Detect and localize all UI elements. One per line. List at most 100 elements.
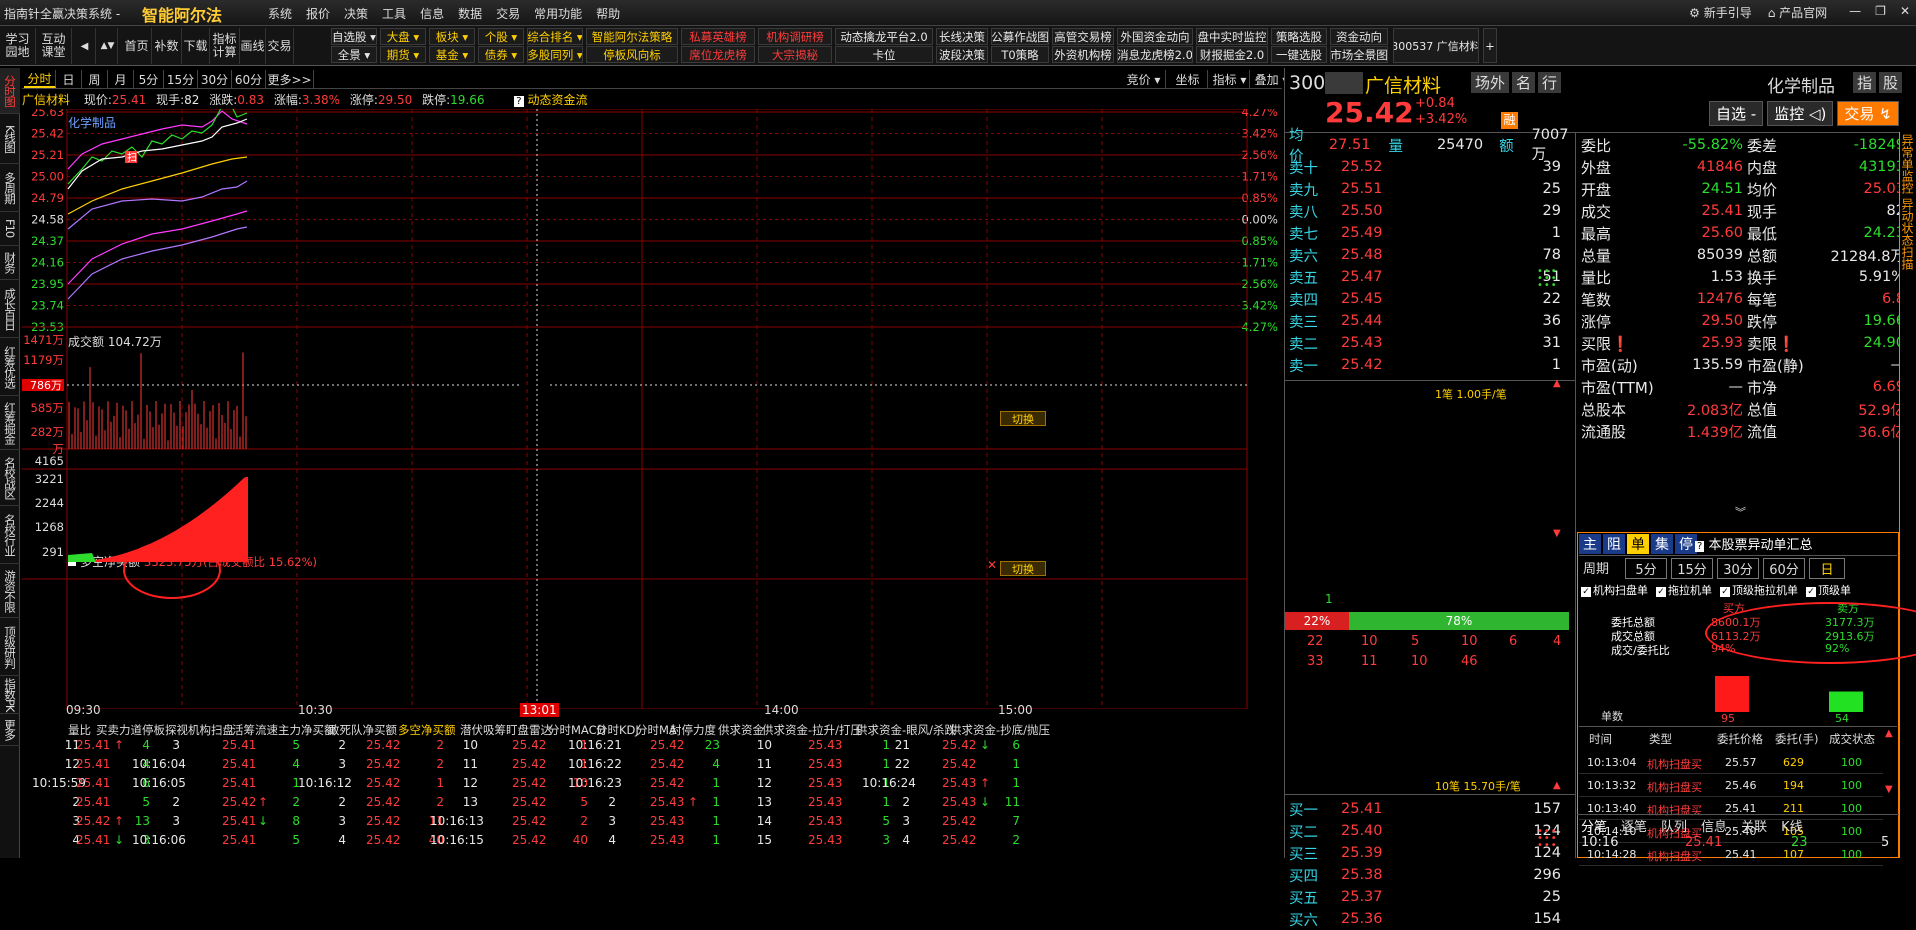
left-tab-11[interactable]: 顶级研判 — [0, 618, 20, 676]
toolbar-row2-7[interactable]: 大宗揭秘 — [758, 46, 832, 63]
guide-link[interactable]: ⚙ 新手引导 — [1689, 4, 1752, 21]
bid-row[interactable]: 买四 25.38 296 — [1285, 864, 1575, 886]
industry-tag-1[interactable]: 股 — [1879, 72, 1903, 93]
ask-row[interactable]: 卖八 25.50 29 — [1285, 200, 1575, 222]
toolbar-row2-6[interactable]: 席位龙虎榜 — [681, 46, 755, 63]
left-tab-1[interactable]: K线图 — [0, 114, 20, 164]
abnormal-period-2[interactable]: 30分 — [1717, 558, 1759, 579]
left-tab-12[interactable]: 指数PK — [0, 676, 20, 714]
quote-btn-0[interactable]: 自选 - — [1709, 101, 1764, 126]
ask-row[interactable]: 卖四 25.45 22 — [1285, 288, 1575, 310]
abnormal-check-0[interactable]: ✓ 机构扫盘单 — [1581, 582, 1648, 598]
side-vertical-tab[interactable]: 异常单监控 异动状态扫描 — [1900, 134, 1916, 394]
ask-row[interactable]: 卖一 25.42 1 — [1285, 354, 1575, 376]
scroll-down-icon[interactable]: ▼ — [1553, 528, 1561, 539]
restore-icon[interactable]: ❐ — [1875, 4, 1886, 21]
toolbar-row1-3[interactable]: 个股 ▾ — [478, 28, 524, 45]
scroll-up-icon[interactable]: ▲ — [1553, 378, 1561, 389]
indicator-tab-1[interactable]: 买卖力道 — [96, 722, 142, 738]
bid-dots-icon[interactable]: ••• ••• ••• — [1537, 827, 1558, 851]
toolbar-btn-7[interactable]: 交易 — [266, 28, 294, 64]
period-1[interactable]: 日 — [56, 70, 82, 88]
quote-tag-0[interactable]: 场外 — [1471, 72, 1510, 93]
bid-row[interactable]: 买一 25.41 157 — [1285, 798, 1575, 820]
menu-item-6[interactable]: 交易 — [496, 5, 520, 22]
menu-item-8[interactable]: 帮助 — [596, 5, 620, 22]
toolbar-row1-4[interactable]: 综合排名 ▾ — [527, 28, 583, 45]
toolbar-row2-1[interactable]: 期货 ▾ — [380, 46, 426, 63]
chart-tool-2[interactable]: 指标 ▾ — [1210, 70, 1250, 88]
volume-switch-button[interactable]: 切换 — [1000, 411, 1046, 426]
abnormal-tab-3[interactable]: 集 — [1651, 534, 1673, 554]
indicator-tab-6[interactable]: 敢死队净买额 — [328, 722, 397, 738]
intraday-chart[interactable]: 25.63 4.27% 25.42 3.42% 25.21 2.56% 25.00 1.71%… — [20, 95, 1282, 710]
left-tab-4[interactable]: 财务 — [0, 246, 20, 280]
add-tab-icon[interactable]: + — [1483, 28, 1497, 63]
flow-switch-button[interactable]: 切换 — [1000, 561, 1046, 576]
abnormal-tab-1[interactable]: 阻 — [1603, 534, 1625, 554]
scroll-up-icon-2[interactable]: ▲ — [1553, 780, 1561, 791]
toolbar-row1-11[interactable]: 高管交易榜 — [1052, 28, 1114, 45]
abnormal-row[interactable]: 10:13:04 机构扫盘买 25.57 629 100 — [1579, 752, 1883, 774]
ask-row[interactable]: 卖五 25.47 51 — [1285, 266, 1575, 288]
tick-tab-2[interactable]: 队列 — [1661, 816, 1687, 835]
menu-item-5[interactable]: 数据 — [458, 5, 482, 22]
toolbar-row2-13[interactable]: 财报掘金2.0 — [1196, 46, 1268, 63]
toolbar-row1-9[interactable]: 长线决策 — [936, 28, 988, 45]
toolbar-row2-3[interactable]: 债券 ▾ — [478, 46, 524, 63]
tick-tab-4[interactable]: 关联 — [1741, 816, 1767, 835]
toolbar-row2-11[interactable]: 外资机构榜 — [1052, 46, 1114, 63]
bid-row[interactable]: 买五 25.37 25 — [1285, 886, 1575, 908]
left-tab-5[interactable]: 成长百日 — [0, 280, 20, 338]
quote-tag-1[interactable]: 名 — [1512, 72, 1536, 93]
toolbar-row1-7[interactable]: 机构调研榜 — [758, 28, 832, 45]
stock-tag[interactable]: 300537 广信材料 — [1393, 28, 1479, 63]
abnormal-period-3[interactable]: 60分 — [1763, 558, 1805, 579]
indicator-tab-5[interactable]: 主力净买额 — [278, 722, 336, 738]
abnormal-check-3[interactable]: ✓ 顶级单 — [1806, 582, 1851, 598]
toolbar-row2-15[interactable]: 市场全景图 — [1330, 46, 1388, 63]
tick-tab-5[interactable]: K线 — [1781, 816, 1803, 835]
toolbar-row1-12[interactable]: 外国资金动向 — [1117, 28, 1193, 45]
toolbar-row1-0[interactable]: 自选股 ▾ — [331, 28, 377, 45]
toolbar-row1-5[interactable]: 智能阿尔法策略 — [586, 28, 678, 45]
tick-tab-0[interactable]: 分笔 — [1581, 816, 1607, 835]
quote-btn-1[interactable]: 监控 ◁) — [1767, 101, 1834, 126]
abn-scroll-up[interactable]: ▲ — [1885, 728, 1893, 739]
indicator-tab-4[interactable]: 活筹流速 — [232, 722, 278, 738]
toolbar-row1-8[interactable]: 动态擒龙平台2.0 — [835, 28, 933, 45]
toolbar-row2-4[interactable]: 多股同列 ▾ — [527, 46, 583, 63]
chart-tool-0[interactable]: 竞价 ▾ — [1122, 70, 1166, 88]
home-link[interactable]: ⌂ 产品官网 — [1768, 4, 1827, 21]
bid-row[interactable]: 买六 25.36 154 — [1285, 908, 1575, 930]
period-6[interactable]: 30分 — [198, 70, 232, 88]
menu-item-4[interactable]: 信息 — [420, 5, 444, 22]
ask-row[interactable]: 卖十 25.52 39 — [1285, 156, 1575, 178]
toolbar-row2-12[interactable]: 消息龙虎榜2.0 — [1117, 46, 1193, 63]
bid-row[interactable]: 买二 25.40 124 — [1285, 820, 1575, 842]
toolbar-row1-13[interactable]: 盘中实时监控 — [1196, 28, 1268, 45]
indicator-tab-9[interactable]: 盯盘雷达 — [506, 722, 552, 738]
toolbar-row2-2[interactable]: 基金 ▾ — [429, 46, 475, 63]
period-2[interactable]: 周 — [82, 70, 108, 88]
toolbar-btn-5[interactable]: 指标 计算 — [210, 28, 240, 64]
indicator-tab-17[interactable]: 供求资金-抄底/抛压 — [950, 722, 1050, 738]
abnormal-tab-2[interactable]: 单 — [1627, 534, 1649, 554]
indicator-tab-15[interactable]: 供求资金-拉升/打压 — [762, 722, 862, 738]
toolbar-row2-8[interactable]: 卡位 — [835, 46, 933, 63]
period-3[interactable]: 月 — [108, 70, 134, 88]
menu-item-7[interactable]: 常用功能 — [534, 5, 582, 22]
indicator-tab-7[interactable]: 多空净买额 — [398, 722, 456, 738]
help-icon[interactable]: ? — [514, 96, 524, 107]
indicator-tab-8[interactable]: 潜伏吸筹 — [460, 722, 506, 738]
indicator-tab-3[interactable]: 机构扫盘 — [188, 722, 234, 738]
left-tab-3[interactable]: F10 — [0, 212, 20, 246]
toolbar-row1-2[interactable]: 板块 ▾ — [429, 28, 475, 45]
abnormal-period-0[interactable]: 5分 — [1625, 558, 1667, 579]
menu-item-2[interactable]: 决策 — [344, 5, 368, 22]
left-tab-2[interactable]: 多周期 — [0, 164, 20, 212]
toolbar-btn-0[interactable]: 学习 园地 — [0, 28, 36, 64]
indicator-tab-2[interactable]: 停板探视 — [142, 722, 188, 738]
left-tab-6[interactable]: 红筹优选 — [0, 338, 20, 396]
abnormal-period-1[interactable]: 15分 — [1671, 558, 1713, 579]
